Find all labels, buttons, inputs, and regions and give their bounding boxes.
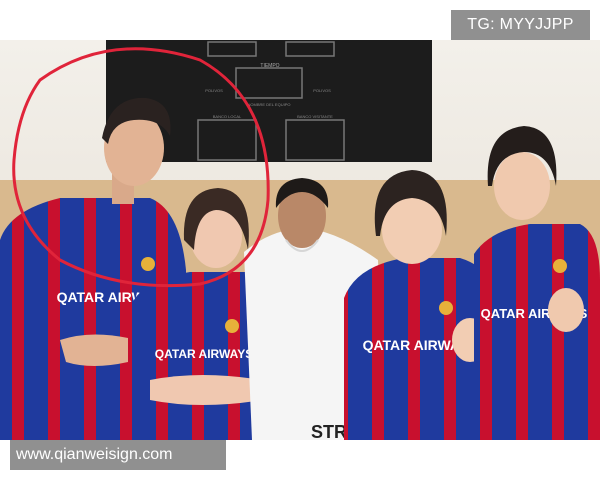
watermark-bottom-left: www.qianweisign.com — [10, 440, 226, 470]
board-label: POLIVOS — [313, 88, 331, 93]
watermark-top-right: TG: MYYJJPP — [451, 10, 590, 40]
board-label: BANCO VISITANTE — [297, 114, 333, 119]
board-label: NOMBRE DEL EQUIPO — [248, 102, 291, 107]
photo: TIEMPO POLIVOS POLIVOS BANCO LOCAL BANCO… — [0, 40, 600, 440]
jersey-sponsor: QATAR AIRWAYS — [155, 347, 253, 361]
board-label: POLIVOS — [205, 88, 223, 93]
board-title: TIEMPO — [260, 63, 279, 69]
board-label: BANCO LOCAL — [213, 114, 242, 119]
